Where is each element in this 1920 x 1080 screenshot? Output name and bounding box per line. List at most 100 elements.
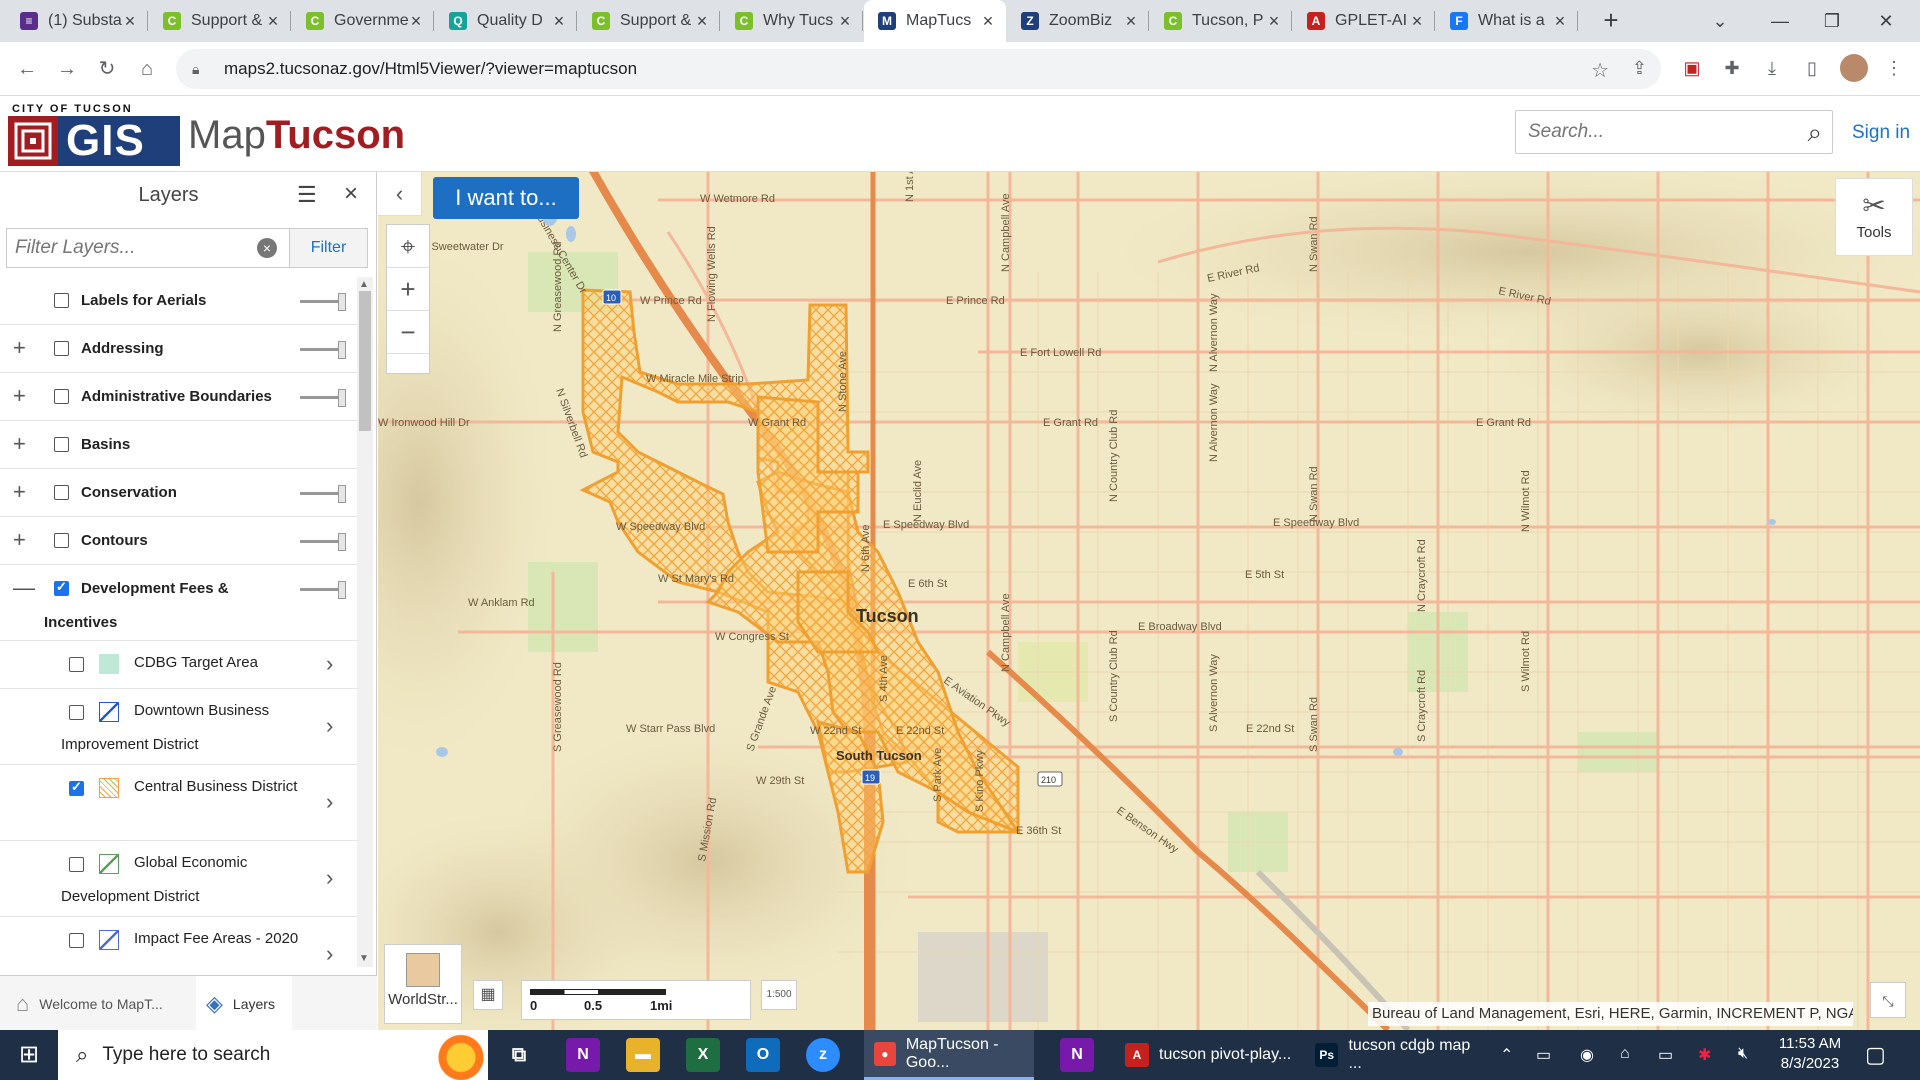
close-tab-icon[interactable]: × <box>408 11 424 32</box>
layer-label[interactable]: Basins <box>81 428 321 462</box>
excel-icon[interactable]: X <box>686 1038 720 1072</box>
share-icon[interactable]: ⇪ <box>1632 58 1647 79</box>
chevron-right-icon[interactable]: › <box>326 789 333 815</box>
zoom-in-button[interactable]: + <box>387 268 429 311</box>
address-bar[interactable]: 🔒︎ maps2.tucsonaz.gov/Html5Viewer/?viewe… <box>176 49 1661 89</box>
browser-tab[interactable]: C Governme × <box>292 0 434 42</box>
tray-network-icon[interactable]: ⌂ <box>1620 1045 1630 1063</box>
tray-chevron-icon[interactable]: ⌃ <box>1500 1045 1513 1065</box>
profile-avatar[interactable] <box>1840 54 1868 82</box>
taskbar-app-button[interactable]: Ps tucson cdgb map ... <box>1305 1030 1485 1080</box>
layer-label[interactable]: Labels for Aerials <box>81 284 321 318</box>
i-want-to-button[interactable]: I want to... <box>433 177 579 219</box>
scroll-down-icon[interactable]: ▼ <box>359 953 369 964</box>
chevron-right-icon[interactable]: › <box>326 865 333 891</box>
restore-icon[interactable]: ❐ <box>1812 6 1852 36</box>
sublayer-label[interactable]: CDBG Target Area <box>61 646 311 680</box>
sublayer-label[interactable]: Downtown Business Improvement District <box>61 694 311 762</box>
tab-search-icon[interactable]: ⌄ <box>1700 6 1740 36</box>
expand-icon[interactable]: + <box>13 527 26 553</box>
attribution-toggle-icon[interactable]: ⤡ <box>1870 982 1906 1018</box>
close-tab-icon[interactable]: × <box>122 11 138 32</box>
browser-tab[interactable]: Q Quality D × <box>435 0 577 42</box>
close-tab-icon[interactable]: × <box>980 11 996 32</box>
minimize-icon[interactable]: — <box>1760 6 1800 36</box>
opacity-slider[interactable] <box>300 532 346 551</box>
hamburger-menu-icon[interactable]: ☰ <box>297 182 317 208</box>
tools-button[interactable]: ✂ Tools <box>1835 178 1913 256</box>
browser-tab[interactable]: M MapTucs × <box>864 0 1006 42</box>
scrollbar-thumb[interactable] <box>359 291 371 431</box>
tray-camera-icon[interactable]: ◉ <box>1580 1045 1594 1065</box>
close-tab-icon[interactable]: × <box>837 11 853 32</box>
taskbar-app-button[interactable]: Atucson pivot-play... <box>1115 1030 1295 1080</box>
browser-tab[interactable]: C Support & × <box>578 0 720 42</box>
collapse-panel-icon[interactable]: ‹ <box>378 172 422 216</box>
browser-tab[interactable]: C Tucson, P × <box>1150 0 1292 42</box>
measure-tool-icon[interactable]: ▦ <box>473 980 503 1010</box>
windows-start-icon[interactable]: ⊞ <box>0 1030 58 1080</box>
opacity-slider[interactable] <box>300 580 346 599</box>
side-panel-icon[interactable]: ▯ <box>1798 54 1826 82</box>
sublayer-label[interactable]: Global Economic Development District <box>61 846 311 914</box>
city-gis-logo[interactable]: CITY OF TUCSON GIS <box>8 103 180 167</box>
outlook-icon[interactable]: O <box>746 1038 780 1072</box>
opacity-slider[interactable] <box>300 340 346 359</box>
layer-checkbox[interactable] <box>54 341 69 356</box>
bookmark-star-icon[interactable]: ☆ <box>1591 58 1609 83</box>
browser-tab[interactable]: C Why Tucs × <box>721 0 863 42</box>
back-icon[interactable]: ← <box>12 54 42 84</box>
layer-label[interactable]: Contours <box>81 524 321 558</box>
tray-display-icon[interactable]: ▭ <box>1536 1045 1551 1065</box>
map-search-box[interactable]: ⌕ <box>1515 110 1833 154</box>
browser-tab[interactable]: ≡ (1) Substa × <box>6 0 148 42</box>
close-tab-icon[interactable]: × <box>551 11 567 32</box>
layer-label[interactable]: Administrative Boundaries <box>81 380 321 414</box>
clear-filter-icon[interactable]: × <box>257 238 277 258</box>
scroll-up-icon[interactable]: ▲ <box>359 279 369 290</box>
system-clock[interactable]: 11:53 AM 8/3/2023 <box>1765 1034 1855 1074</box>
expand-icon[interactable]: + <box>13 335 26 361</box>
search-icon[interactable]: ⌕ <box>1807 117 1822 149</box>
home-icon[interactable]: ⌂ <box>132 54 162 84</box>
filter-layers-input[interactable] <box>7 229 287 267</box>
layer-label[interactable]: Conservation <box>81 476 321 510</box>
filter-button[interactable]: Filter <box>289 229 367 267</box>
taskbar-app-button[interactable]: ● MapTucson - Goo... <box>864 1030 1034 1080</box>
browser-tab[interactable]: F What is a × <box>1436 0 1578 42</box>
tray-battery-icon[interactable]: ▭ <box>1658 1045 1673 1065</box>
layer-list-scrollbar[interactable]: ▲ ▼ <box>357 277 373 967</box>
close-tab-icon[interactable]: × <box>1409 11 1425 32</box>
browser-tab[interactable]: Z ZoomBiz × <box>1007 0 1149 42</box>
close-tab-icon[interactable]: × <box>1123 11 1139 32</box>
search-input[interactable] <box>1528 121 1788 143</box>
tab-welcome[interactable]: ⌂ Welcome to MapT... <box>0 976 196 1031</box>
map-canvas[interactable]: W Wetmore Rd W Sweetwater Dr W Prince Rd… <box>378 172 1920 1030</box>
close-tab-icon[interactable]: × <box>265 11 281 32</box>
close-tab-icon[interactable]: × <box>1266 11 1282 32</box>
close-panel-icon[interactable]: × <box>344 180 358 208</box>
layer-checkbox[interactable] <box>54 485 69 500</box>
notification-center-icon[interactable]: ▢ <box>1865 1042 1886 1068</box>
zoom-icon[interactable]: z <box>806 1038 840 1072</box>
expand-icon[interactable]: + <box>13 479 26 505</box>
sign-in-link[interactable]: Sign in <box>1852 122 1910 144</box>
sublayer-label[interactable]: Central Business District <box>61 770 311 804</box>
tray-volume-muted-icon[interactable]: 🔇︎ <box>1738 1045 1748 1063</box>
close-window-icon[interactable]: ✕ <box>1866 6 1906 36</box>
sublayer-label[interactable]: Impact Fee Areas - 2020 <box>61 922 311 956</box>
locate-me-icon[interactable]: ⌖ <box>387 225 429 268</box>
onenote-icon[interactable]: N <box>1060 1038 1094 1072</box>
acrobat-extension-icon[interactable]: ▣ <box>1678 54 1706 82</box>
task-view-icon[interactable]: ⧉ <box>502 1038 536 1072</box>
basemap-switcher[interactable]: WorldStr... <box>384 944 462 1024</box>
expand-icon[interactable]: + <box>13 431 26 457</box>
collapse-icon[interactable]: — <box>13 575 35 601</box>
taskbar-search[interactable]: ⌕ Type here to search <box>58 1030 488 1080</box>
opacity-slider[interactable] <box>300 292 346 311</box>
zoom-out-button[interactable]: − <box>387 311 429 354</box>
layer-checkbox[interactable] <box>54 293 69 308</box>
tab-layers[interactable]: ◈ Layers <box>196 976 292 1031</box>
browser-tab[interactable]: C Support & × <box>149 0 291 42</box>
close-tab-icon[interactable]: × <box>694 11 710 32</box>
